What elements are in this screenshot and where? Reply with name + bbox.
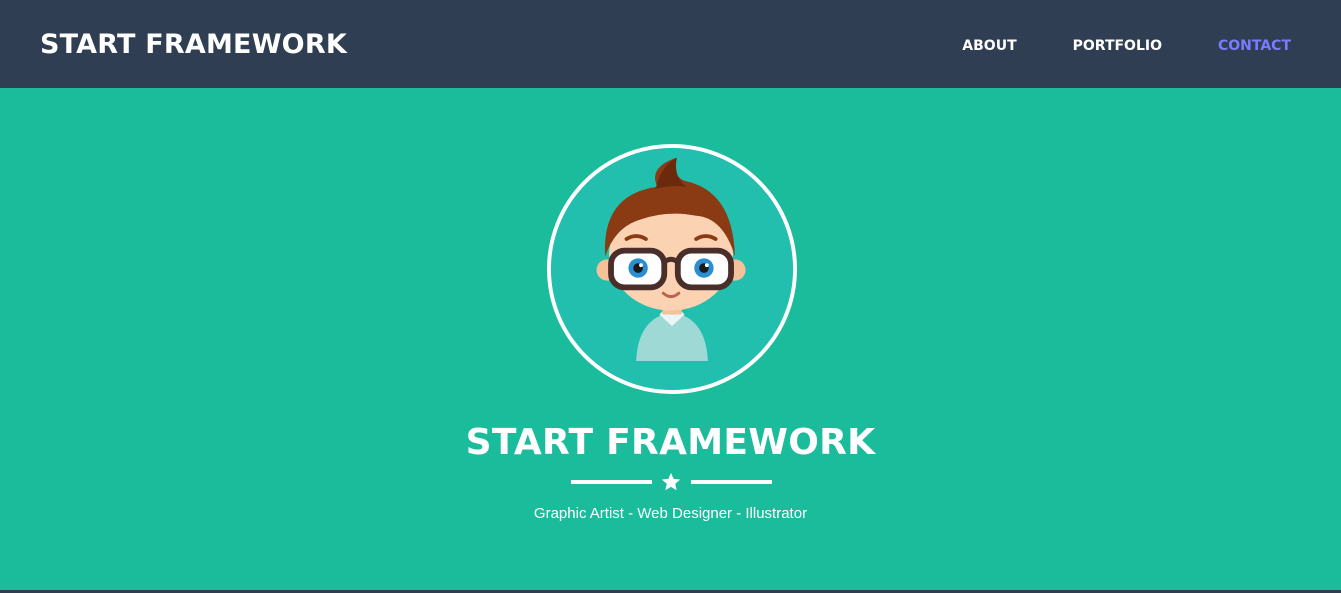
avatar xyxy=(547,144,797,394)
nav-link-about[interactable]: ABOUT xyxy=(934,38,1044,54)
star-divider xyxy=(571,471,772,491)
nav-menu: ABOUT PORTFOLIO CONTACT xyxy=(934,35,1291,54)
star-icon xyxy=(661,472,681,491)
divider-line-left xyxy=(571,480,652,484)
nav-link-contact[interactable]: CONTACT xyxy=(1190,38,1291,54)
page-title: START FRAMEWORK xyxy=(465,422,876,463)
avatar-icon xyxy=(551,148,793,390)
brand-link[interactable]: START FRAMEWORK xyxy=(40,29,347,60)
nav-link-portfolio[interactable]: PORTFOLIO xyxy=(1045,38,1190,54)
masthead: START FRAMEWORK Graphic Artist - Web Des… xyxy=(0,88,1341,590)
subtitle: Graphic Artist - Web Designer - Illustra… xyxy=(533,505,808,522)
divider-line-right xyxy=(691,480,772,484)
navbar: START FRAMEWORK ABOUT PORTFOLIO CONTACT xyxy=(0,0,1341,88)
nav-item-about: ABOUT xyxy=(934,35,1044,54)
nav-item-portfolio: PORTFOLIO xyxy=(1045,35,1190,54)
nav-item-contact: CONTACT xyxy=(1190,35,1291,54)
